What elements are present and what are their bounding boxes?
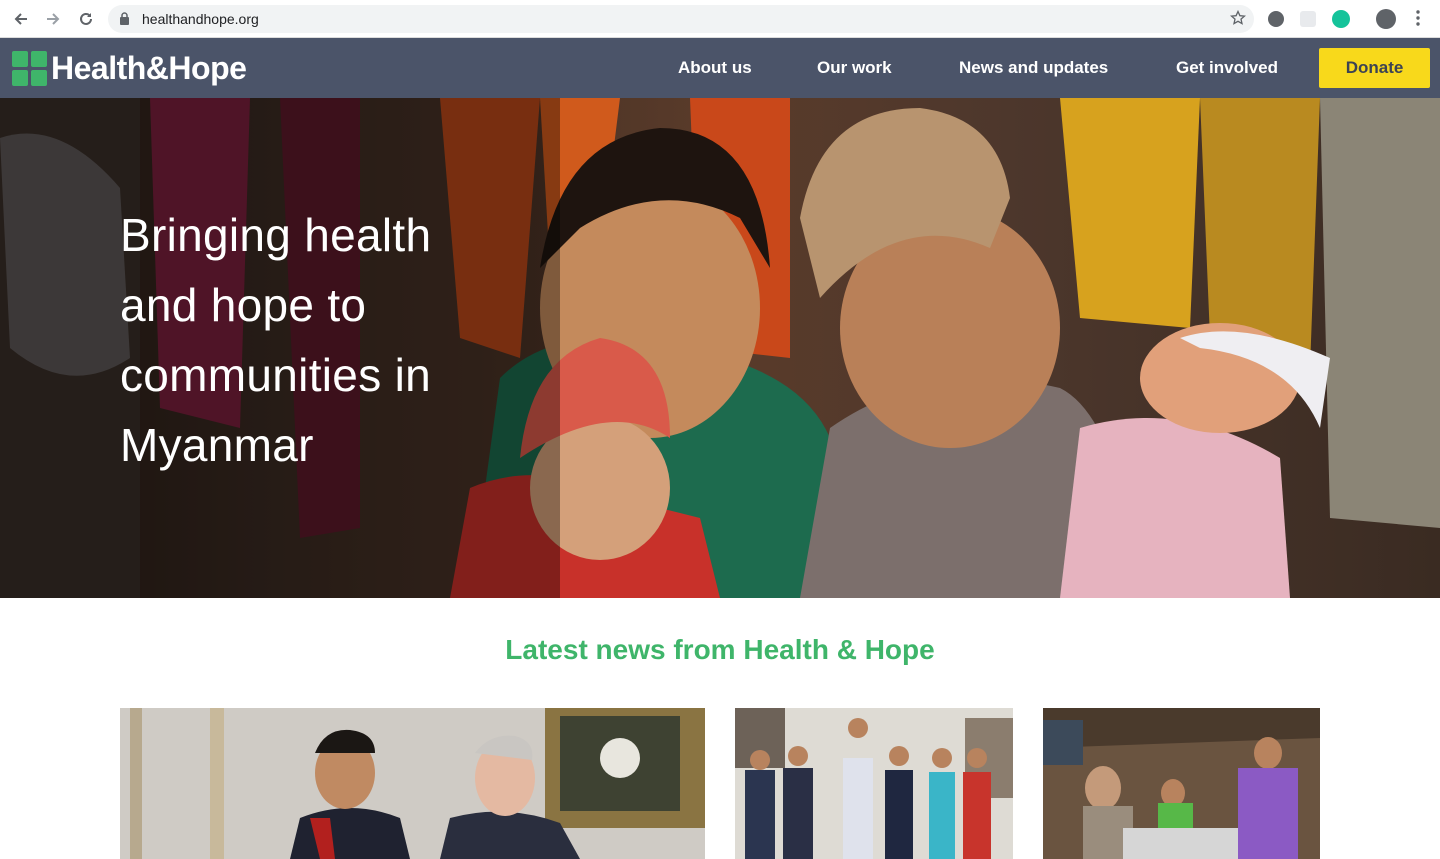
address-bar[interactable]: healthandhope.org <box>108 5 1254 33</box>
hero-title: Bringing health and hope to communities … <box>120 200 500 480</box>
site-header: Health&Hope About us Our work News and u… <box>0 38 1440 98</box>
donate-button[interactable]: Donate <box>1319 48 1430 88</box>
reload-icon[interactable] <box>76 9 96 29</box>
hero-title-line: Bringing health <box>120 209 432 261</box>
hero-title-line: Myanmar <box>120 419 314 471</box>
news-section-heading: Latest news from Health & Hope <box>505 634 935 665</box>
nav-about-us[interactable]: About us <box>678 58 752 78</box>
extension-icon[interactable] <box>1268 11 1284 27</box>
news-card-3[interactable] <box>1043 708 1320 859</box>
kebab-menu-icon[interactable] <box>1416 10 1420 26</box>
profile-icon[interactable] <box>1376 9 1396 29</box>
nav-get-involved[interactable]: Get involved <box>1176 58 1278 78</box>
logo-text: Health&Hope <box>51 50 247 86</box>
hero-title-line: and hope to <box>120 279 367 331</box>
nav-our-work[interactable]: Our work <box>817 58 892 78</box>
star-icon[interactable] <box>1229 9 1247 31</box>
grammarly-icon[interactable] <box>1332 10 1350 28</box>
news-card-image <box>1043 708 1320 859</box>
news-card-image <box>735 708 1013 859</box>
news-card-2[interactable] <box>735 708 1013 859</box>
news-card-image <box>120 708 705 859</box>
news-card-1[interactable] <box>120 708 705 859</box>
logo-grid-icon <box>12 50 47 86</box>
nav-news-and-updates[interactable]: News and updates <box>959 58 1108 78</box>
hero-title-line: communities in <box>120 349 431 401</box>
site-logo[interactable]: Health&Hope <box>12 50 247 86</box>
extension-icon[interactable] <box>1300 11 1316 27</box>
hero-banner: Bringing health and hope to communities … <box>0 98 1440 598</box>
lock-icon <box>119 12 130 30</box>
back-arrow-icon[interactable] <box>11 9 31 29</box>
url-text: healthandhope.org <box>142 11 259 27</box>
browser-toolbar: healthandhope.org <box>0 0 1440 38</box>
forward-arrow-icon[interactable] <box>43 9 63 29</box>
